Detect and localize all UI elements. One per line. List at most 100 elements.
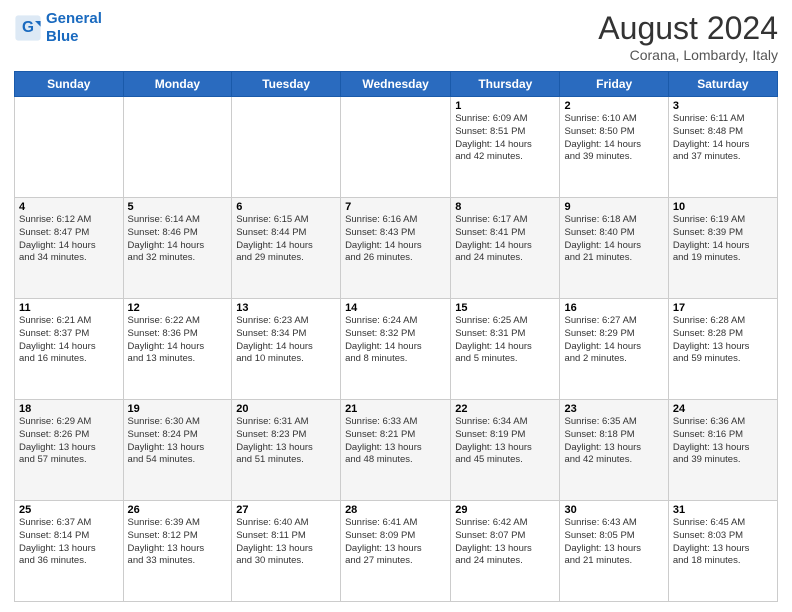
weekday-saturday: Saturday [668, 72, 777, 97]
day-cell: 31Sunrise: 6:45 AM Sunset: 8:03 PM Dayli… [668, 501, 777, 602]
logo-icon: G [14, 14, 42, 42]
week-row-4: 18Sunrise: 6:29 AM Sunset: 8:26 PM Dayli… [15, 400, 778, 501]
calendar-table: SundayMondayTuesdayWednesdayThursdayFrid… [14, 71, 778, 602]
day-number: 25 [19, 504, 119, 516]
logo: G General Blue [14, 10, 102, 46]
subtitle: Corana, Lombardy, Italy [598, 47, 778, 63]
day-info: Sunrise: 6:16 AM Sunset: 8:43 PM Dayligh… [345, 214, 446, 265]
main-title: August 2024 [598, 10, 778, 47]
day-number: 26 [128, 504, 228, 516]
day-cell: 19Sunrise: 6:30 AM Sunset: 8:24 PM Dayli… [123, 400, 232, 501]
day-cell: 14Sunrise: 6:24 AM Sunset: 8:32 PM Dayli… [341, 299, 451, 400]
day-info: Sunrise: 6:15 AM Sunset: 8:44 PM Dayligh… [236, 214, 336, 265]
day-number: 14 [345, 302, 446, 314]
day-info: Sunrise: 6:19 AM Sunset: 8:39 PM Dayligh… [673, 214, 773, 265]
day-cell: 4Sunrise: 6:12 AM Sunset: 8:47 PM Daylig… [15, 198, 124, 299]
weekday-sunday: Sunday [15, 72, 124, 97]
day-number: 3 [673, 100, 773, 112]
day-info: Sunrise: 6:21 AM Sunset: 8:37 PM Dayligh… [19, 315, 119, 366]
day-cell: 28Sunrise: 6:41 AM Sunset: 8:09 PM Dayli… [341, 501, 451, 602]
day-number: 7 [345, 201, 446, 213]
day-info: Sunrise: 6:12 AM Sunset: 8:47 PM Dayligh… [19, 214, 119, 265]
day-number: 18 [19, 403, 119, 415]
day-cell: 23Sunrise: 6:35 AM Sunset: 8:18 PM Dayli… [560, 400, 668, 501]
day-info: Sunrise: 6:36 AM Sunset: 8:16 PM Dayligh… [673, 416, 773, 467]
day-number: 24 [673, 403, 773, 415]
day-cell: 3Sunrise: 6:11 AM Sunset: 8:48 PM Daylig… [668, 97, 777, 198]
day-cell: 27Sunrise: 6:40 AM Sunset: 8:11 PM Dayli… [232, 501, 341, 602]
page: G General Blue August 2024 Corana, Lomba… [0, 0, 792, 612]
day-info: Sunrise: 6:45 AM Sunset: 8:03 PM Dayligh… [673, 517, 773, 568]
day-number: 28 [345, 504, 446, 516]
day-info: Sunrise: 6:11 AM Sunset: 8:48 PM Dayligh… [673, 113, 773, 164]
header: G General Blue August 2024 Corana, Lomba… [14, 10, 778, 63]
weekday-thursday: Thursday [451, 72, 560, 97]
day-info: Sunrise: 6:10 AM Sunset: 8:50 PM Dayligh… [564, 113, 663, 164]
day-number: 29 [455, 504, 555, 516]
day-info: Sunrise: 6:35 AM Sunset: 8:18 PM Dayligh… [564, 416, 663, 467]
day-number: 17 [673, 302, 773, 314]
day-info: Sunrise: 6:22 AM Sunset: 8:36 PM Dayligh… [128, 315, 228, 366]
day-number: 8 [455, 201, 555, 213]
day-number: 9 [564, 201, 663, 213]
day-number: 15 [455, 302, 555, 314]
day-info: Sunrise: 6:33 AM Sunset: 8:21 PM Dayligh… [345, 416, 446, 467]
day-number: 20 [236, 403, 336, 415]
logo-text: General Blue [46, 10, 102, 46]
day-number: 12 [128, 302, 228, 314]
day-cell: 10Sunrise: 6:19 AM Sunset: 8:39 PM Dayli… [668, 198, 777, 299]
day-info: Sunrise: 6:18 AM Sunset: 8:40 PM Dayligh… [564, 214, 663, 265]
day-info: Sunrise: 6:43 AM Sunset: 8:05 PM Dayligh… [564, 517, 663, 568]
day-info: Sunrise: 6:23 AM Sunset: 8:34 PM Dayligh… [236, 315, 336, 366]
day-info: Sunrise: 6:42 AM Sunset: 8:07 PM Dayligh… [455, 517, 555, 568]
day-cell: 24Sunrise: 6:36 AM Sunset: 8:16 PM Dayli… [668, 400, 777, 501]
weekday-tuesday: Tuesday [232, 72, 341, 97]
week-row-5: 25Sunrise: 6:37 AM Sunset: 8:14 PM Dayli… [15, 501, 778, 602]
day-number: 6 [236, 201, 336, 213]
day-cell: 13Sunrise: 6:23 AM Sunset: 8:34 PM Dayli… [232, 299, 341, 400]
day-info: Sunrise: 6:29 AM Sunset: 8:26 PM Dayligh… [19, 416, 119, 467]
day-number: 30 [564, 504, 663, 516]
title-block: August 2024 Corana, Lombardy, Italy [598, 10, 778, 63]
logo-blue: Blue [46, 28, 79, 45]
day-info: Sunrise: 6:09 AM Sunset: 8:51 PM Dayligh… [455, 113, 555, 164]
day-info: Sunrise: 6:30 AM Sunset: 8:24 PM Dayligh… [128, 416, 228, 467]
day-cell: 17Sunrise: 6:28 AM Sunset: 8:28 PM Dayli… [668, 299, 777, 400]
day-number: 11 [19, 302, 119, 314]
day-cell: 5Sunrise: 6:14 AM Sunset: 8:46 PM Daylig… [123, 198, 232, 299]
day-info: Sunrise: 6:28 AM Sunset: 8:28 PM Dayligh… [673, 315, 773, 366]
day-number: 27 [236, 504, 336, 516]
day-cell: 15Sunrise: 6:25 AM Sunset: 8:31 PM Dayli… [451, 299, 560, 400]
day-cell: 1Sunrise: 6:09 AM Sunset: 8:51 PM Daylig… [451, 97, 560, 198]
day-number: 21 [345, 403, 446, 415]
day-number: 2 [564, 100, 663, 112]
svg-text:G: G [22, 19, 34, 36]
day-number: 10 [673, 201, 773, 213]
day-number: 1 [455, 100, 555, 112]
day-cell: 21Sunrise: 6:33 AM Sunset: 8:21 PM Dayli… [341, 400, 451, 501]
day-number: 23 [564, 403, 663, 415]
day-cell: 7Sunrise: 6:16 AM Sunset: 8:43 PM Daylig… [341, 198, 451, 299]
day-info: Sunrise: 6:17 AM Sunset: 8:41 PM Dayligh… [455, 214, 555, 265]
day-cell: 6Sunrise: 6:15 AM Sunset: 8:44 PM Daylig… [232, 198, 341, 299]
day-info: Sunrise: 6:40 AM Sunset: 8:11 PM Dayligh… [236, 517, 336, 568]
day-number: 13 [236, 302, 336, 314]
day-number: 19 [128, 403, 228, 415]
day-cell: 30Sunrise: 6:43 AM Sunset: 8:05 PM Dayli… [560, 501, 668, 602]
day-info: Sunrise: 6:27 AM Sunset: 8:29 PM Dayligh… [564, 315, 663, 366]
day-cell: 11Sunrise: 6:21 AM Sunset: 8:37 PM Dayli… [15, 299, 124, 400]
week-row-1: 1Sunrise: 6:09 AM Sunset: 8:51 PM Daylig… [15, 97, 778, 198]
day-number: 22 [455, 403, 555, 415]
day-info: Sunrise: 6:41 AM Sunset: 8:09 PM Dayligh… [345, 517, 446, 568]
day-info: Sunrise: 6:39 AM Sunset: 8:12 PM Dayligh… [128, 517, 228, 568]
day-info: Sunrise: 6:25 AM Sunset: 8:31 PM Dayligh… [455, 315, 555, 366]
day-cell: 9Sunrise: 6:18 AM Sunset: 8:40 PM Daylig… [560, 198, 668, 299]
day-cell: 2Sunrise: 6:10 AM Sunset: 8:50 PM Daylig… [560, 97, 668, 198]
weekday-friday: Friday [560, 72, 668, 97]
day-number: 5 [128, 201, 228, 213]
day-cell [15, 97, 124, 198]
day-info: Sunrise: 6:24 AM Sunset: 8:32 PM Dayligh… [345, 315, 446, 366]
day-cell [232, 97, 341, 198]
weekday-wednesday: Wednesday [341, 72, 451, 97]
day-info: Sunrise: 6:37 AM Sunset: 8:14 PM Dayligh… [19, 517, 119, 568]
